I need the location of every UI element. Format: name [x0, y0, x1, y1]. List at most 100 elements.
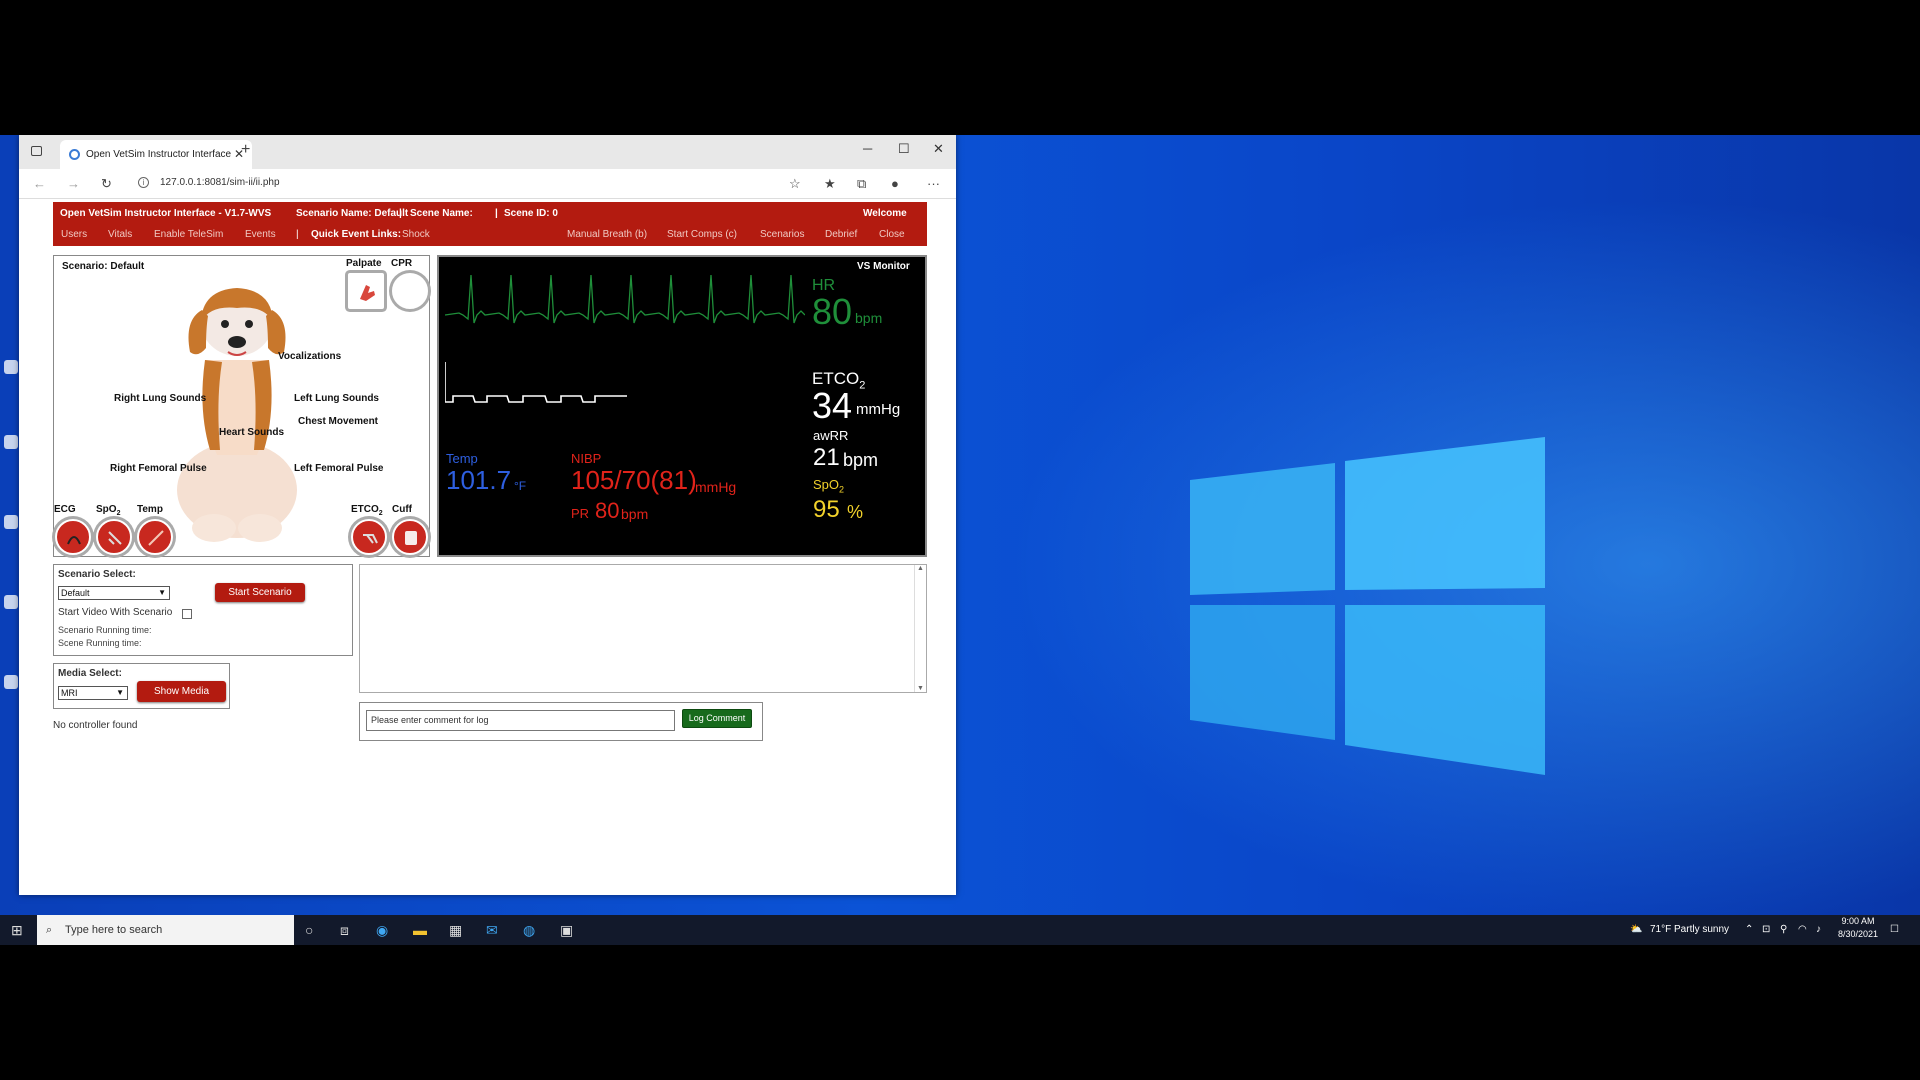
- desktop-icon[interactable]: [4, 595, 18, 609]
- browser-tab[interactable]: Open VetSim Instructor Interface ✕: [60, 140, 252, 169]
- log-comment-input[interactable]: Please enter comment for log: [366, 710, 675, 731]
- cuff-sensor-button[interactable]: [392, 519, 428, 555]
- chest-movement-spot[interactable]: Chest Movement: [298, 416, 378, 427]
- store-icon[interactable]: ▦: [449, 922, 462, 939]
- start-scenario-button[interactable]: Start Scenario: [215, 583, 305, 602]
- weather-icon[interactable]: ⛅: [1630, 924, 1642, 935]
- nav-separator: |: [296, 229, 299, 240]
- start-windows-icon[interactable]: ⊞: [11, 922, 23, 939]
- nav-debrief[interactable]: Debrief: [825, 229, 857, 240]
- desktop-icon[interactable]: [4, 360, 18, 374]
- app-window-icon[interactable]: ▣: [560, 922, 573, 939]
- edge-icon[interactable]: ◉: [376, 922, 388, 939]
- palpate-button[interactable]: [348, 273, 384, 309]
- browser-app-icon[interactable]: ◍: [523, 922, 535, 939]
- bp-cuff-icon: [405, 531, 417, 545]
- etco2-sensor-button[interactable]: [351, 519, 387, 555]
- cortana-icon[interactable]: ○: [305, 922, 313, 938]
- app-title: Open VetSim Instructor Interface - V1.7-…: [60, 208, 272, 219]
- favorite-add-icon[interactable]: ☆: [789, 176, 801, 192]
- nav-close[interactable]: Close: [879, 229, 905, 240]
- more-menu-icon[interactable]: ···: [927, 176, 940, 191]
- collections-icon[interactable]: ⧉: [857, 176, 866, 192]
- tab-actions-icon[interactable]: [31, 146, 42, 156]
- task-view-icon[interactable]: ⧈: [340, 922, 349, 939]
- scenario-running-time: Scenario Running time:: [58, 625, 152, 635]
- tab-favicon-icon: [69, 149, 80, 160]
- log-comment-button[interactable]: Log Comment: [682, 709, 752, 728]
- spo2-sensor-button[interactable]: [96, 519, 132, 555]
- nibp-label: NIBP: [571, 451, 602, 466]
- nav-events[interactable]: Events: [245, 229, 276, 240]
- url-field[interactable]: 127.0.0.1:8081/sim-ii/ii.php: [160, 177, 280, 188]
- forward-icon[interactable]: →: [67, 176, 80, 191]
- separator: |: [495, 208, 498, 219]
- scroll-down-icon[interactable]: ▼: [917, 685, 924, 692]
- scene-running-time: Scene Running time:: [58, 638, 142, 648]
- ecg-label: ECG: [54, 504, 76, 515]
- network-icon[interactable]: ⊡: [1762, 924, 1770, 935]
- nav-users[interactable]: Users: [61, 229, 87, 240]
- close-window-icon[interactable]: ✕: [933, 141, 944, 157]
- ecg-waveform: [445, 274, 805, 324]
- cpr-label: CPR: [391, 258, 413, 269]
- cpr-button[interactable]: [392, 273, 428, 309]
- left-femoral-pulse-spot[interactable]: Left Femoral Pulse: [294, 463, 383, 474]
- desktop-icon[interactable]: [4, 675, 18, 689]
- ecg-sensor-button[interactable]: [55, 519, 91, 555]
- dog-illustration: [177, 288, 297, 542]
- minimize-icon[interactable]: ─: [863, 141, 872, 156]
- log-scrollbar[interactable]: ▲ ▼: [914, 565, 926, 692]
- file-explorer-icon[interactable]: ▬: [413, 922, 427, 938]
- favorites-icon[interactable]: ★: [824, 176, 836, 192]
- nav-manual-breath[interactable]: Manual Breath (b): [567, 229, 647, 240]
- nibp-unit: mmHg: [695, 479, 737, 495]
- capnography-waveform: [445, 362, 627, 403]
- nav-start-comps[interactable]: Start Comps (c): [667, 229, 737, 240]
- etco2-unit: mmHg: [856, 401, 901, 418]
- awrr-label: awRR: [813, 428, 849, 443]
- temp-value: 101.7: [446, 465, 512, 495]
- media-select[interactable]: MRI ▼: [58, 686, 128, 700]
- taskbar-search[interactable]: ⌕ Type here to search: [37, 915, 294, 945]
- left-lung-sounds-spot[interactable]: Left Lung Sounds: [294, 393, 379, 404]
- maximize-icon[interactable]: ☐: [898, 141, 910, 157]
- chevron-down-icon: ▼: [116, 688, 124, 697]
- mail-icon[interactable]: ✉: [486, 922, 498, 939]
- show-media-button[interactable]: Show Media: [137, 681, 226, 702]
- site-info-icon[interactable]: i: [138, 177, 149, 188]
- desktop-icon[interactable]: [4, 435, 18, 449]
- thermometer-icon: [148, 530, 164, 546]
- refresh-icon[interactable]: ↻: [101, 176, 112, 192]
- right-lung-sounds-spot[interactable]: Right Lung Sounds: [114, 393, 206, 404]
- temp-label: Temp: [137, 504, 163, 515]
- right-femoral-pulse-spot[interactable]: Right Femoral Pulse: [110, 463, 207, 474]
- quick-link-shock[interactable]: Shock: [402, 229, 430, 240]
- desktop-icon[interactable]: [4, 515, 18, 529]
- controller-status: No controller found: [53, 720, 138, 731]
- start-video-checkbox[interactable]: [182, 609, 192, 619]
- temp-sensor-button[interactable]: [137, 519, 173, 555]
- profile-icon[interactable]: ●: [891, 176, 899, 191]
- scroll-up-icon[interactable]: ▲: [917, 565, 924, 572]
- new-tab-icon[interactable]: +: [241, 141, 250, 159]
- etco2-tube-icon: [363, 534, 378, 544]
- wifi-icon[interactable]: ◠: [1798, 924, 1807, 935]
- heart-sounds-spot[interactable]: Heart Sounds: [219, 427, 284, 438]
- notifications-icon[interactable]: ☐: [1890, 924, 1899, 935]
- search-placeholder: Type here to search: [65, 924, 163, 936]
- nav-vitals[interactable]: Vitals: [108, 229, 132, 240]
- back-icon[interactable]: ←: [33, 176, 46, 191]
- spo2-label: SpO2: [813, 477, 845, 495]
- volume-icon[interactable]: ♪: [1816, 924, 1821, 935]
- start-video-label: Start Video With Scenario: [58, 607, 173, 618]
- tray-chevron-icon[interactable]: ⌃: [1745, 924, 1753, 935]
- nav-scenarios[interactable]: Scenarios: [760, 229, 804, 240]
- microphone-icon[interactable]: ⚲: [1780, 924, 1787, 935]
- clock-time[interactable]: 9:00 AM: [1838, 916, 1878, 926]
- vocalizations-spot[interactable]: Vocalizations: [278, 351, 341, 362]
- weather-text[interactable]: 71°F Partly sunny: [1650, 924, 1729, 935]
- scenario-select[interactable]: Default ▼: [58, 586, 170, 600]
- nav-enable-telesim[interactable]: Enable TeleSim: [154, 229, 223, 240]
- clock-date[interactable]: 8/30/2021: [1834, 929, 1882, 939]
